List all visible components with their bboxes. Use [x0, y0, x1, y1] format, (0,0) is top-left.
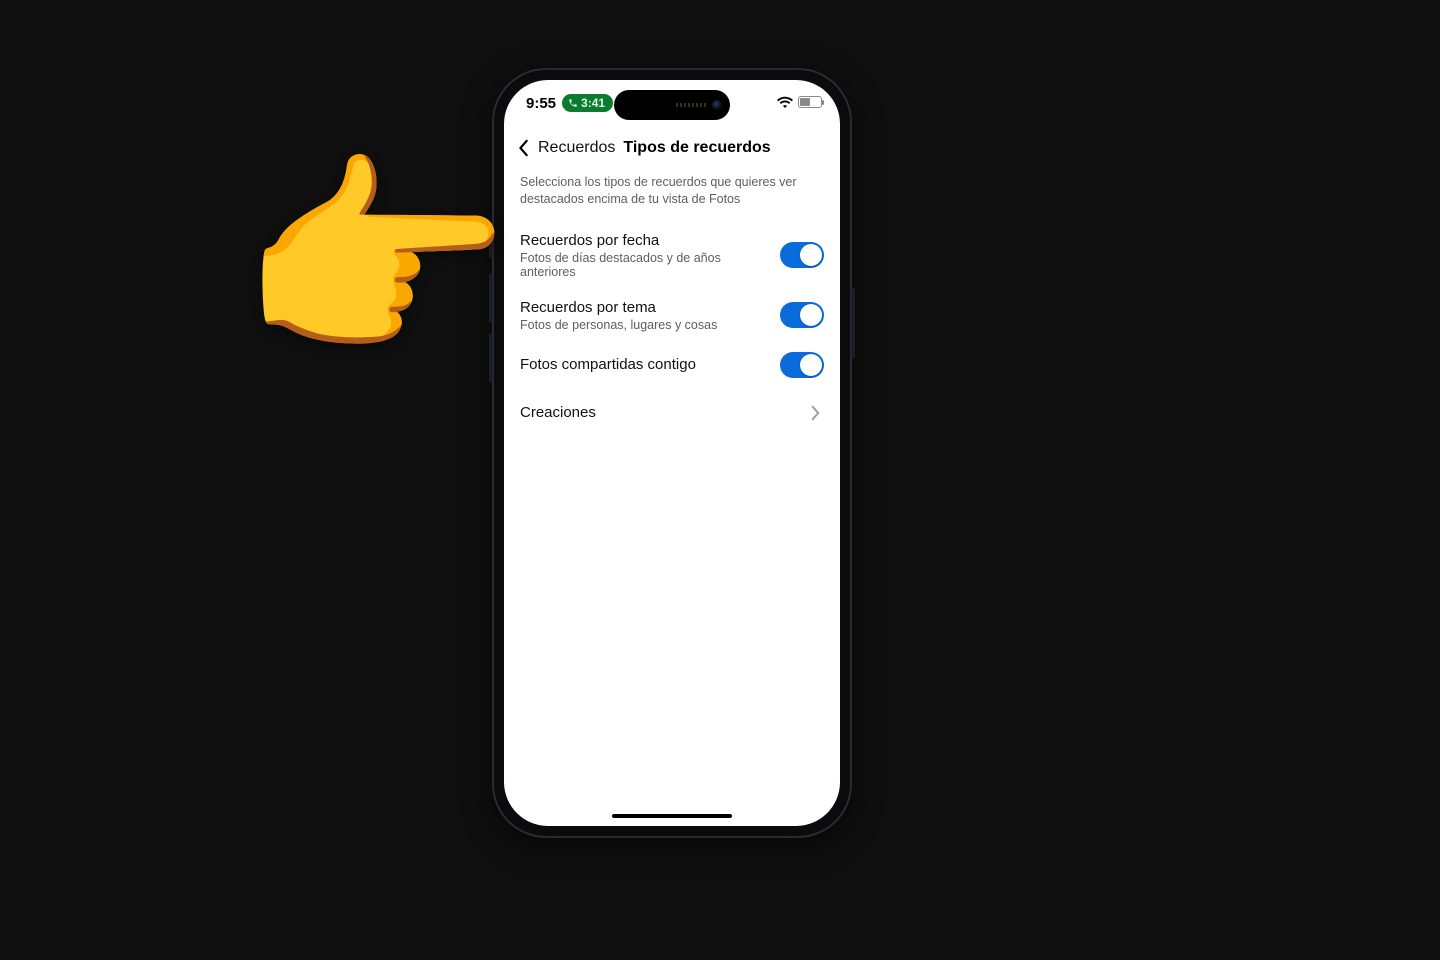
- battery-icon: [798, 96, 822, 108]
- toggle-shared-photos[interactable]: [780, 352, 824, 378]
- phone-frame: 9:55 3:41 Recuerdos Tipos de rec: [492, 68, 852, 838]
- chevron-right-icon: [806, 404, 824, 422]
- section-description: Selecciona los tipos de recuerdos que qu…: [520, 174, 824, 208]
- home-indicator[interactable]: [612, 814, 732, 818]
- settings-content: Selecciona los tipos de recuerdos que qu…: [504, 168, 840, 826]
- nav-header: Recuerdos Tipos de recuerdos: [504, 128, 840, 168]
- phone-side-button: [851, 288, 855, 358]
- page-title: Tipos de recuerdos: [623, 139, 770, 157]
- ongoing-call-pill[interactable]: 3:41: [562, 94, 613, 112]
- toggle-memories-by-date[interactable]: [780, 242, 824, 268]
- row-title: Recuerdos por fecha: [520, 232, 768, 249]
- pointing-hand-icon: 👉: [238, 150, 512, 370]
- ongoing-call-time: 3:41: [581, 96, 605, 110]
- row-shared-photos: Fotos compartidas contigo: [520, 342, 824, 388]
- row-creations[interactable]: Creaciones: [520, 394, 824, 432]
- front-camera-icon: [712, 100, 722, 110]
- row-title: Fotos compartidas contigo: [520, 356, 768, 373]
- dynamic-island: [614, 90, 730, 120]
- phone-icon: [568, 98, 578, 108]
- back-button[interactable]: [514, 138, 534, 158]
- row-subtitle: Fotos de personas, lugares y cosas: [520, 318, 768, 332]
- row-title: Recuerdos por tema: [520, 299, 768, 316]
- island-indicator: [676, 103, 706, 107]
- back-label[interactable]: Recuerdos: [538, 139, 615, 157]
- row-subtitle: Fotos de días destacados y de años anter…: [520, 251, 768, 279]
- row-memories-by-theme: Recuerdos por tema Fotos de personas, lu…: [520, 289, 824, 342]
- chevron-left-icon: [517, 139, 531, 157]
- phone-screen: 9:55 3:41 Recuerdos Tipos de rec: [504, 80, 840, 826]
- row-memories-by-date: Recuerdos por fecha Fotos de días destac…: [520, 222, 824, 289]
- status-time: 9:55: [526, 95, 556, 112]
- toggle-memories-by-theme[interactable]: [780, 302, 824, 328]
- row-title: Creaciones: [520, 404, 794, 421]
- wifi-icon: [777, 96, 793, 108]
